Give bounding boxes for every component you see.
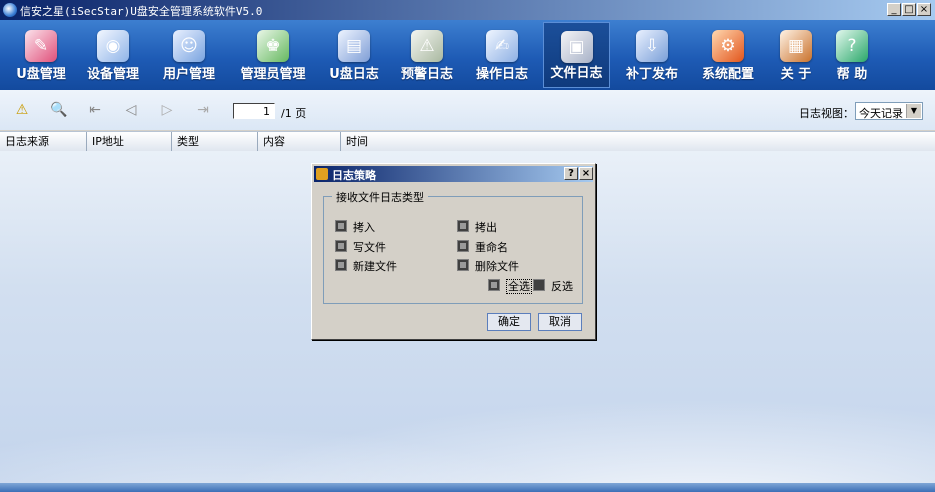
checkbox-box[interactable]: [457, 240, 469, 252]
page-total: /1 页: [281, 107, 307, 120]
toolbar-patch-release[interactable]: ⇩ 补丁发布: [621, 22, 683, 88]
system-config-icon: ⚙: [712, 30, 744, 62]
ok-button[interactable]: 确定: [487, 313, 531, 331]
usb-log-icon: ▤: [338, 30, 370, 62]
toolbar-label: 文件日志: [550, 66, 603, 81]
toolbar-about[interactable]: ▦ 关 于: [772, 22, 820, 88]
toolbar-label: 预警日志: [400, 67, 453, 82]
toolbar-label: 管理员管理: [240, 67, 306, 82]
toolbar-help[interactable]: ? 帮 助: [828, 22, 876, 88]
dialog-close-button[interactable]: ×: [579, 167, 593, 180]
checkbox-box[interactable]: [533, 279, 545, 291]
checkbox-box[interactable]: [335, 220, 347, 232]
toolbar-label: U盘管理: [16, 67, 66, 82]
usb-management-icon: ✎: [25, 30, 57, 62]
cancel-button[interactable]: 取消: [538, 313, 582, 331]
checkbox-write-file[interactable]: 写文件: [335, 239, 386, 255]
group-label: 接收文件日志类型: [332, 189, 428, 205]
column-header-ip[interactable]: IP地址: [87, 132, 172, 151]
help-icon: ?: [836, 30, 868, 62]
checkbox-label: 拷入: [353, 221, 375, 234]
file-log-icon: ▣: [560, 31, 593, 63]
column-header-content[interactable]: 内容: [258, 132, 341, 151]
toolbar-label: 补丁发布: [625, 67, 678, 82]
toolbar-label: U盘日志: [329, 67, 379, 82]
close-button[interactable]: ×: [917, 3, 931, 16]
toolbar-label: 系统配置: [701, 67, 754, 82]
column-header-type[interactable]: 类型: [172, 132, 258, 151]
checkbox-label: 删除文件: [475, 260, 519, 273]
checkbox-label: 拷出: [475, 221, 497, 234]
checkbox-box[interactable]: [335, 240, 347, 252]
toolbar-system-config[interactable]: ⚙ 系统配置: [697, 22, 759, 88]
checkbox-copy-in[interactable]: 拷入: [335, 219, 375, 235]
admin-management-icon: ♚: [257, 30, 289, 62]
checkbox-invert[interactable]: 反选: [533, 278, 573, 294]
dialog-icon: [316, 168, 328, 180]
toolbar-alert-log[interactable]: ⚠ 预警日志: [396, 22, 458, 88]
dialog-title-bar: 日志策略 ? ×: [314, 166, 593, 182]
dialog-help-button[interactable]: ?: [564, 167, 578, 180]
column-header-source[interactable]: 日志来源: [0, 132, 87, 151]
table-header: 日志来源 IP地址 类型 内容 时间: [0, 131, 935, 152]
checkbox-box[interactable]: [335, 259, 347, 271]
file-log-type-group: 接收文件日志类型 拷入 拷出 写文件 重命名 新建文件 删除文件 全选 反选: [323, 189, 583, 304]
log-policy-dialog: 日志策略 ? × 接收文件日志类型 拷入 拷出 写文件 重命名 新建文件 删除文…: [311, 163, 596, 340]
window-title: 信安之星(iSecStar)U盘安全管理系统软件V5.0: [20, 5, 263, 18]
toolbar-label: 用户管理: [162, 67, 215, 82]
checkbox-box[interactable]: [457, 220, 469, 232]
checkbox-box[interactable]: [488, 279, 500, 291]
checkbox-label: 重命名: [475, 241, 508, 254]
toolbar-admin-management[interactable]: ♚ 管理员管理: [234, 22, 312, 88]
toolbar-usb-log[interactable]: ▤ U盘日志: [323, 22, 385, 88]
main-toolbar: ✎ U盘管理 ◉ 设备管理 ☺ 用户管理 ♚ 管理员管理 ▤ U盘日志 ⚠ 预警…: [0, 20, 935, 90]
chevron-down-icon[interactable]: ▼: [906, 104, 921, 118]
user-management-icon: ☺: [173, 30, 205, 62]
checkbox-box[interactable]: [457, 259, 469, 271]
checkbox-select-all[interactable]: 全选: [488, 278, 532, 294]
page-number-input[interactable]: 1: [233, 103, 275, 119]
checkbox-label: 写文件: [353, 241, 386, 254]
log-view-value: 今天记录: [859, 107, 903, 120]
log-view-label: 日志视图：: [799, 107, 854, 120]
toolbar-label: 帮 助: [836, 67, 868, 82]
title-bar: 信安之星(iSecStar)U盘安全管理系统软件V5.0 _ □ ×: [0, 0, 935, 20]
previous-page-icon[interactable]: ◁: [121, 100, 141, 120]
checkbox-delete-file[interactable]: 删除文件: [457, 258, 519, 274]
sub-toolbar: ⚠ 🔍 ⇤ ◁ ▷ ⇥ 1 /1 页 日志视图： 今天记录 ▼: [0, 90, 935, 130]
app-icon: [3, 3, 17, 17]
toolbar-label: 设备管理: [86, 67, 139, 82]
maximize-button[interactable]: □: [902, 3, 916, 16]
patch-release-icon: ⇩: [636, 30, 668, 62]
minimize-button[interactable]: _: [887, 3, 901, 16]
first-page-icon[interactable]: ⇤: [85, 100, 105, 120]
checkbox-new-file[interactable]: 新建文件: [335, 258, 397, 274]
bottom-strip: [0, 483, 935, 492]
toolbar-device-management[interactable]: ◉ 设备管理: [82, 22, 144, 88]
toolbar-user-management[interactable]: ☺ 用户管理: [158, 22, 220, 88]
warning-icon[interactable]: ⚠: [12, 100, 32, 120]
checkbox-rename[interactable]: 重命名: [457, 239, 508, 255]
toolbar-operation-log[interactable]: ✍ 操作日志: [471, 22, 533, 88]
last-page-icon[interactable]: ⇥: [193, 100, 213, 120]
about-icon: ▦: [780, 30, 812, 62]
toolbar-file-log[interactable]: ▣ 文件日志: [543, 22, 610, 88]
log-view-select[interactable]: 今天记录 ▼: [855, 102, 923, 120]
toolbar-label: 关 于: [780, 67, 812, 82]
device-management-icon: ◉: [97, 30, 129, 62]
search-icon[interactable]: 🔍: [49, 100, 69, 120]
column-header-time[interactable]: 时间: [341, 132, 935, 151]
alert-log-icon: ⚠: [411, 30, 443, 62]
operation-log-icon: ✍: [486, 30, 518, 62]
next-page-icon[interactable]: ▷: [157, 100, 177, 120]
toolbar-label: 操作日志: [475, 67, 528, 82]
checkbox-label: 全选: [506, 279, 532, 294]
checkbox-label: 新建文件: [353, 260, 397, 273]
toolbar-usb-management[interactable]: ✎ U盘管理: [10, 22, 72, 88]
checkbox-copy-out[interactable]: 拷出: [457, 219, 497, 235]
dialog-title: 日志策略: [332, 169, 376, 182]
checkbox-label: 反选: [551, 280, 573, 293]
